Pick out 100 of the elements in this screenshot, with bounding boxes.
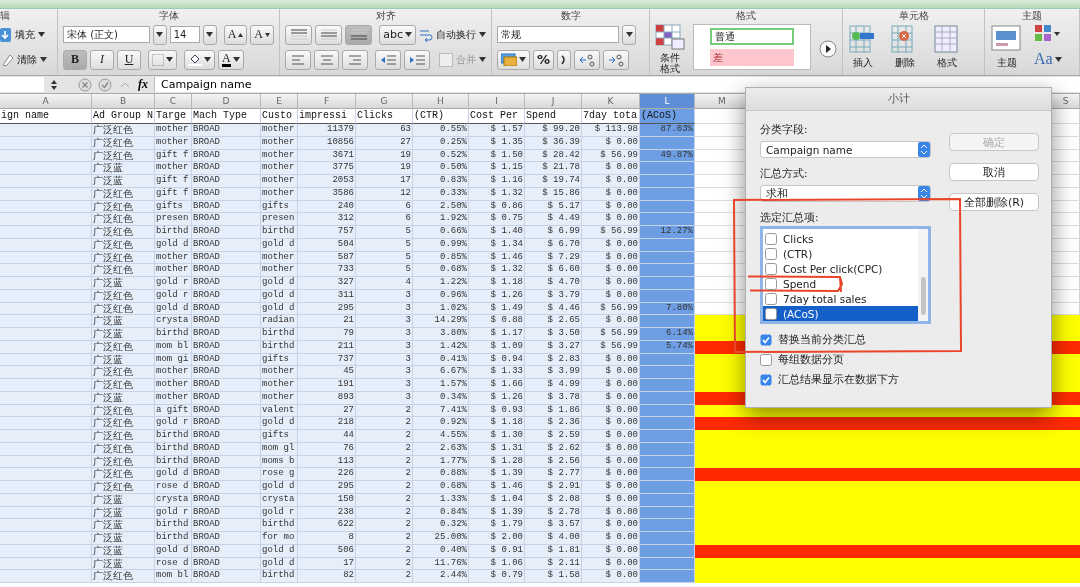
align-left-button[interactable] (285, 49, 311, 70)
fill-color-button[interactable] (184, 49, 215, 70)
font-name-dropdown[interactable] (153, 24, 167, 45)
dialog-button[interactable]: 全部删除(R) (949, 193, 1039, 211)
list-item[interactable]: 7day total sales (763, 291, 918, 306)
checkbox-label[interactable]: 汇总结果显示在数据下方 (778, 373, 899, 387)
checkbox[interactable] (765, 262, 777, 275)
caret-icon[interactable] (204, 57, 211, 62)
column-header[interactable]: F (298, 94, 356, 109)
cells-button-label[interactable]: 删除 (895, 56, 915, 70)
list-item[interactable]: (CTR) (763, 246, 918, 261)
cells-button-label[interactable]: 插入 (853, 56, 873, 70)
table-cell: gold r (155, 277, 192, 290)
table-cell: birthd (261, 570, 298, 583)
caret-icon[interactable] (206, 32, 214, 37)
number-format-dropdown[interactable] (622, 24, 636, 45)
column-header[interactable]: J (525, 94, 582, 109)
table-cell: rose d (155, 481, 192, 494)
bad-style[interactable]: 差 (710, 49, 794, 66)
column-header[interactable]: I (469, 94, 525, 109)
font-size-dropdown[interactable] (203, 24, 217, 45)
caret-icon[interactable] (1054, 56, 1062, 62)
checkbox[interactable] (760, 374, 772, 386)
fx-label[interactable]: fx (138, 77, 148, 92)
align-top-button[interactable] (285, 24, 313, 45)
currency-button[interactable] (497, 49, 530, 70)
checkbox-label[interactable]: 替换当前分类汇总 (778, 333, 866, 347)
checkbox[interactable] (760, 334, 772, 346)
table-cell: 0.68% (413, 481, 469, 494)
checkbox[interactable] (765, 292, 777, 305)
column-header[interactable]: K (582, 94, 640, 109)
list-item[interactable]: (ACoS) (763, 306, 918, 321)
checkbox[interactable] (765, 232, 777, 245)
cells-button-label[interactable]: 格式 (937, 56, 957, 70)
decrease-decimal-button[interactable] (603, 49, 630, 70)
font-color-button[interactable]: A (218, 49, 244, 70)
scrollbar-thumb[interactable] (920, 277, 926, 315)
caret-icon[interactable] (38, 32, 45, 37)
merge-checkbox-icon[interactable] (439, 52, 453, 67)
list-item[interactable]: Clicks (763, 231, 918, 246)
grow-font-button[interactable]: A (223, 24, 248, 45)
caret-icon[interactable] (156, 32, 164, 37)
table-cell: $ 1.39 (469, 468, 525, 481)
conditional-format-icon[interactable] (655, 24, 685, 50)
font-name-field[interactable]: 宋体 (正文) (63, 26, 151, 43)
table-cell: $ 3.57 (525, 519, 582, 532)
align-center-button[interactable] (313, 49, 340, 70)
increase-decimal-button[interactable] (574, 49, 601, 70)
percent-button[interactable]: % (533, 49, 555, 70)
column-header[interactable]: A (0, 94, 92, 109)
more-styles-icon[interactable] (819, 40, 837, 58)
caret-icon[interactable] (166, 57, 173, 62)
column-header[interactable]: E (261, 94, 298, 109)
caret-icon[interactable] (232, 57, 240, 62)
caret-icon[interactable] (625, 32, 633, 37)
increase-indent-button[interactable] (404, 49, 430, 70)
column-header[interactable]: B (92, 94, 155, 109)
borders-button[interactable] (148, 49, 177, 70)
align-middle-button[interactable] (315, 24, 343, 45)
caret-icon[interactable] (479, 32, 486, 37)
theme-fonts-button[interactable]: Aa (1034, 50, 1062, 68)
underline-button[interactable]: U (117, 49, 141, 70)
table-cell: 226 (298, 468, 356, 481)
caret-icon[interactable] (519, 57, 526, 62)
caret-icon[interactable] (479, 57, 486, 62)
caret-icon[interactable] (40, 57, 47, 62)
font-size-field[interactable]: 14 (169, 26, 201, 43)
column-header[interactable]: G (356, 94, 413, 109)
checkbox[interactable] (765, 307, 777, 320)
checkbox[interactable] (765, 277, 777, 290)
caret-icon[interactable] (405, 32, 412, 37)
normal-style[interactable]: 普通 (710, 28, 794, 45)
number-format-field[interactable]: 常规 (497, 26, 619, 43)
themes-label[interactable]: 主题 (997, 56, 1017, 70)
column-header[interactable]: H (413, 94, 469, 109)
scrollbar[interactable] (918, 229, 928, 321)
theme-colors-icon[interactable] (1034, 24, 1060, 44)
italic-button[interactable]: I (90, 49, 114, 70)
align-right-button[interactable] (342, 49, 368, 70)
checkbox-label[interactable]: 每组数据分页 (778, 353, 844, 367)
checkbox[interactable] (765, 247, 777, 260)
align-bottom-button[interactable] (345, 24, 373, 45)
column-header[interactable]: S (1052, 94, 1080, 109)
category-dropdown[interactable]: Campaign name (760, 141, 931, 158)
conditional-format-label[interactable]: 条件格式 (660, 52, 680, 74)
dialog-button[interactable]: 取消 (949, 163, 1039, 181)
confirm-icon[interactable] (98, 77, 112, 92)
column-header[interactable]: D (192, 94, 261, 109)
comma-style-button[interactable] (557, 49, 572, 70)
list-item[interactable]: Spend (763, 276, 918, 291)
cancel-icon[interactable] (78, 77, 92, 92)
decrease-indent-button[interactable] (375, 49, 401, 70)
column-header[interactable]: C (155, 94, 192, 109)
checkbox[interactable] (760, 354, 772, 366)
stepper-icon[interactable] (50, 78, 58, 91)
list-item[interactable]: Cost Per click(CPC) (763, 261, 918, 276)
orientation-button[interactable]: abc (379, 24, 416, 45)
theme-page-icon[interactable] (990, 24, 1024, 54)
shrink-font-button[interactable]: A (250, 24, 274, 45)
bold-button[interactable]: B (63, 49, 87, 70)
